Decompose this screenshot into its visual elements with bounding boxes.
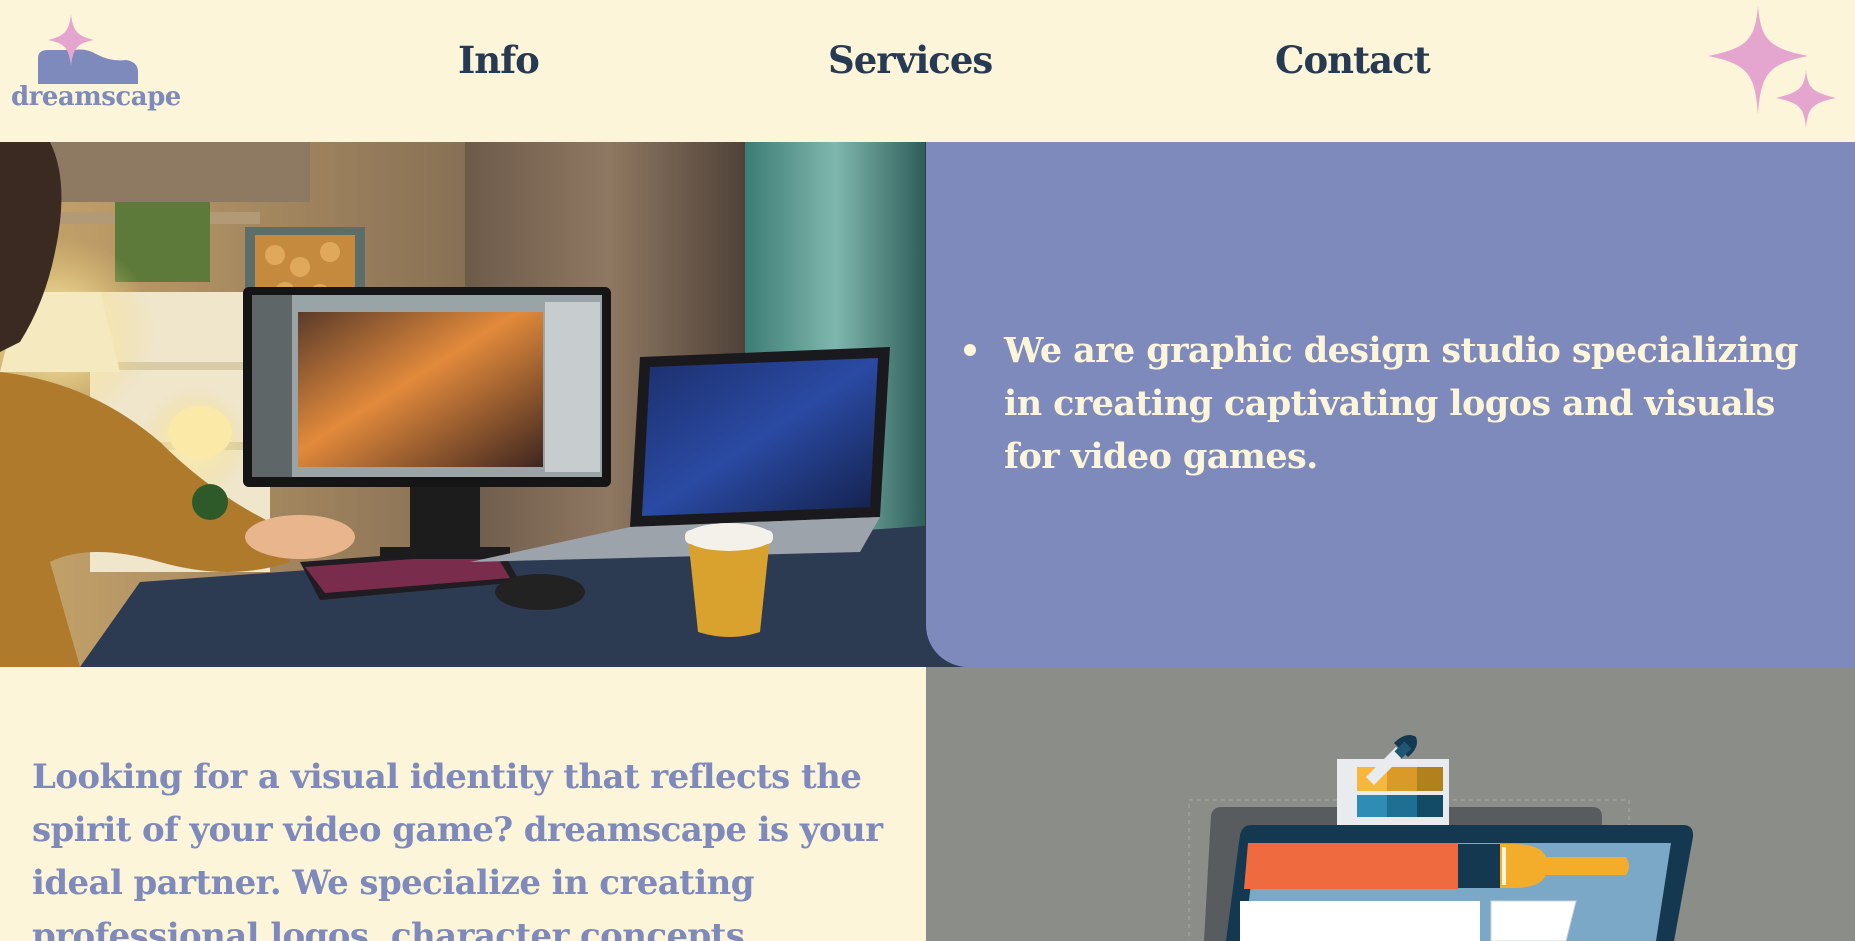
about-text: Looking for a visual identity that refle…	[32, 757, 883, 941]
sparkle-icon	[1708, 6, 1836, 128]
about-panel: Looking for a visual identity that refle…	[0, 667, 926, 941]
intro-text: We are graphic design studio specializin…	[1004, 330, 1799, 477]
nav-info-link[interactable]: Info	[458, 38, 540, 82]
intro-list: We are graphic design studio specializin…	[964, 324, 1824, 483]
list-item: We are graphic design studio specializin…	[964, 324, 1824, 483]
brand-logo[interactable]: dreamscape	[8, 10, 181, 120]
site-header: dreamscape Info Services Contact	[0, 0, 1855, 142]
nav-contact-link[interactable]: Contact	[1275, 38, 1431, 82]
nav-services-link[interactable]: Services	[828, 38, 993, 82]
brand-name: dreamscape	[11, 82, 181, 112]
hero-photo	[0, 142, 980, 667]
design-illustration	[926, 667, 1855, 941]
logo-mark-icon	[38, 14, 138, 84]
intro-panel: We are graphic design studio specializin…	[926, 142, 1855, 667]
bullet-dot	[964, 344, 976, 356]
